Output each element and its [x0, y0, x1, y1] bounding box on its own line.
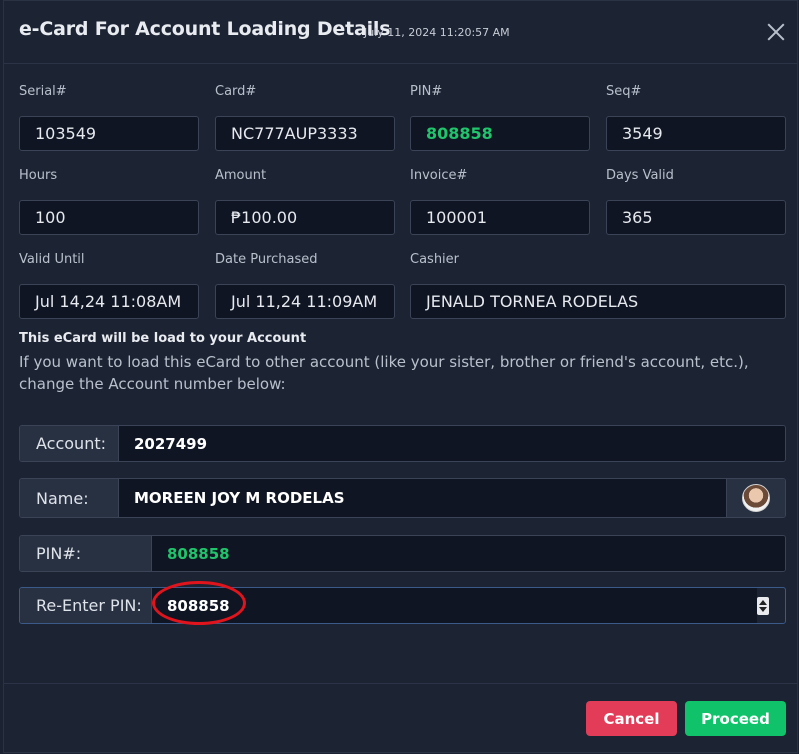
timestamp: July 11, 2024 11:20:57 AM	[364, 26, 510, 39]
notice-title: This eCard will be load to your Account	[19, 331, 307, 346]
reenter-pin-label: Re-Enter PIN:	[20, 588, 152, 623]
serial-value: 103549	[19, 116, 199, 151]
pin-input[interactable]: 808858	[152, 536, 785, 571]
invoice-value: 100001	[410, 200, 590, 235]
account-input-group: Account: 2027499	[19, 425, 786, 462]
amount-field: Amount ₱100.00	[215, 168, 395, 235]
date-purchased-field: Date Purchased Jul 11,24 11:09AM	[215, 252, 395, 319]
pin-label: PIN#	[410, 84, 443, 99]
reenter-pin-input-group: Re-Enter PIN: 808858	[19, 587, 786, 624]
serial-field: Serial# 103549	[19, 84, 199, 151]
card-field: Card# NC777AUP3333	[215, 84, 395, 151]
date-purchased-value: Jul 11,24 11:09AM	[215, 284, 395, 319]
hours-field: Hours 100	[19, 168, 199, 235]
number-spinner-icon[interactable]	[757, 596, 769, 615]
account-label: Account:	[20, 426, 119, 461]
card-value: NC777AUP3333	[215, 116, 395, 151]
seq-field: Seq# 3549	[606, 84, 786, 151]
notice-body: If you want to load this eCard to other …	[19, 353, 749, 393]
seq-label: Seq#	[606, 84, 642, 99]
invoice-field: Invoice# 100001	[410, 168, 590, 235]
days-valid-field: Days Valid 365	[606, 168, 786, 235]
pin-field: PIN# 808858	[410, 84, 590, 151]
proceed-button[interactable]: Proceed	[685, 701, 786, 736]
cancel-button[interactable]: Cancel	[586, 701, 677, 736]
name-label: Name:	[20, 479, 119, 517]
date-purchased-label: Date Purchased	[215, 252, 318, 267]
avatar-container	[726, 479, 785, 517]
modal-footer: Cancel Proceed	[4, 683, 797, 752]
valid-until-field: Valid Until Jul 14,24 11:08AM	[19, 252, 199, 319]
highlight-circle	[152, 581, 246, 625]
seq-value: 3549	[606, 116, 786, 151]
hours-label: Hours	[19, 168, 58, 183]
pin-value: 808858	[410, 116, 590, 151]
account-input[interactable]: 2027499	[119, 426, 785, 461]
modal-header: e-Card For Account Loading Details July …	[4, 1, 797, 64]
pin-input-label: PIN#:	[20, 536, 152, 571]
cashier-field: Cashier JENALD TORNEA RODELAS	[410, 252, 786, 319]
ecard-modal: e-Card For Account Loading Details July …	[3, 0, 798, 753]
invoice-label: Invoice#	[410, 168, 468, 183]
cashier-value: JENALD TORNEA RODELAS	[410, 284, 786, 319]
amount-value: ₱100.00	[215, 200, 395, 235]
pin-input-group: PIN#: 808858	[19, 535, 786, 572]
name-value: MOREEN JOY M RODELAS	[119, 479, 726, 517]
modal-title: e-Card For Account Loading Details	[19, 18, 391, 40]
name-input-group: Name: MOREEN JOY M RODELAS	[19, 478, 786, 518]
days-valid-value: 365	[606, 200, 786, 235]
card-label: Card#	[215, 84, 257, 99]
cashier-label: Cashier	[410, 252, 460, 267]
days-valid-label: Days Valid	[606, 168, 674, 183]
serial-label: Serial#	[19, 84, 67, 99]
hours-value: 100	[19, 200, 199, 235]
avatar	[742, 484, 770, 512]
amount-label: Amount	[215, 168, 267, 183]
valid-until-label: Valid Until	[19, 252, 85, 267]
valid-until-value: Jul 14,24 11:08AM	[19, 284, 199, 319]
close-icon[interactable]	[765, 21, 787, 43]
